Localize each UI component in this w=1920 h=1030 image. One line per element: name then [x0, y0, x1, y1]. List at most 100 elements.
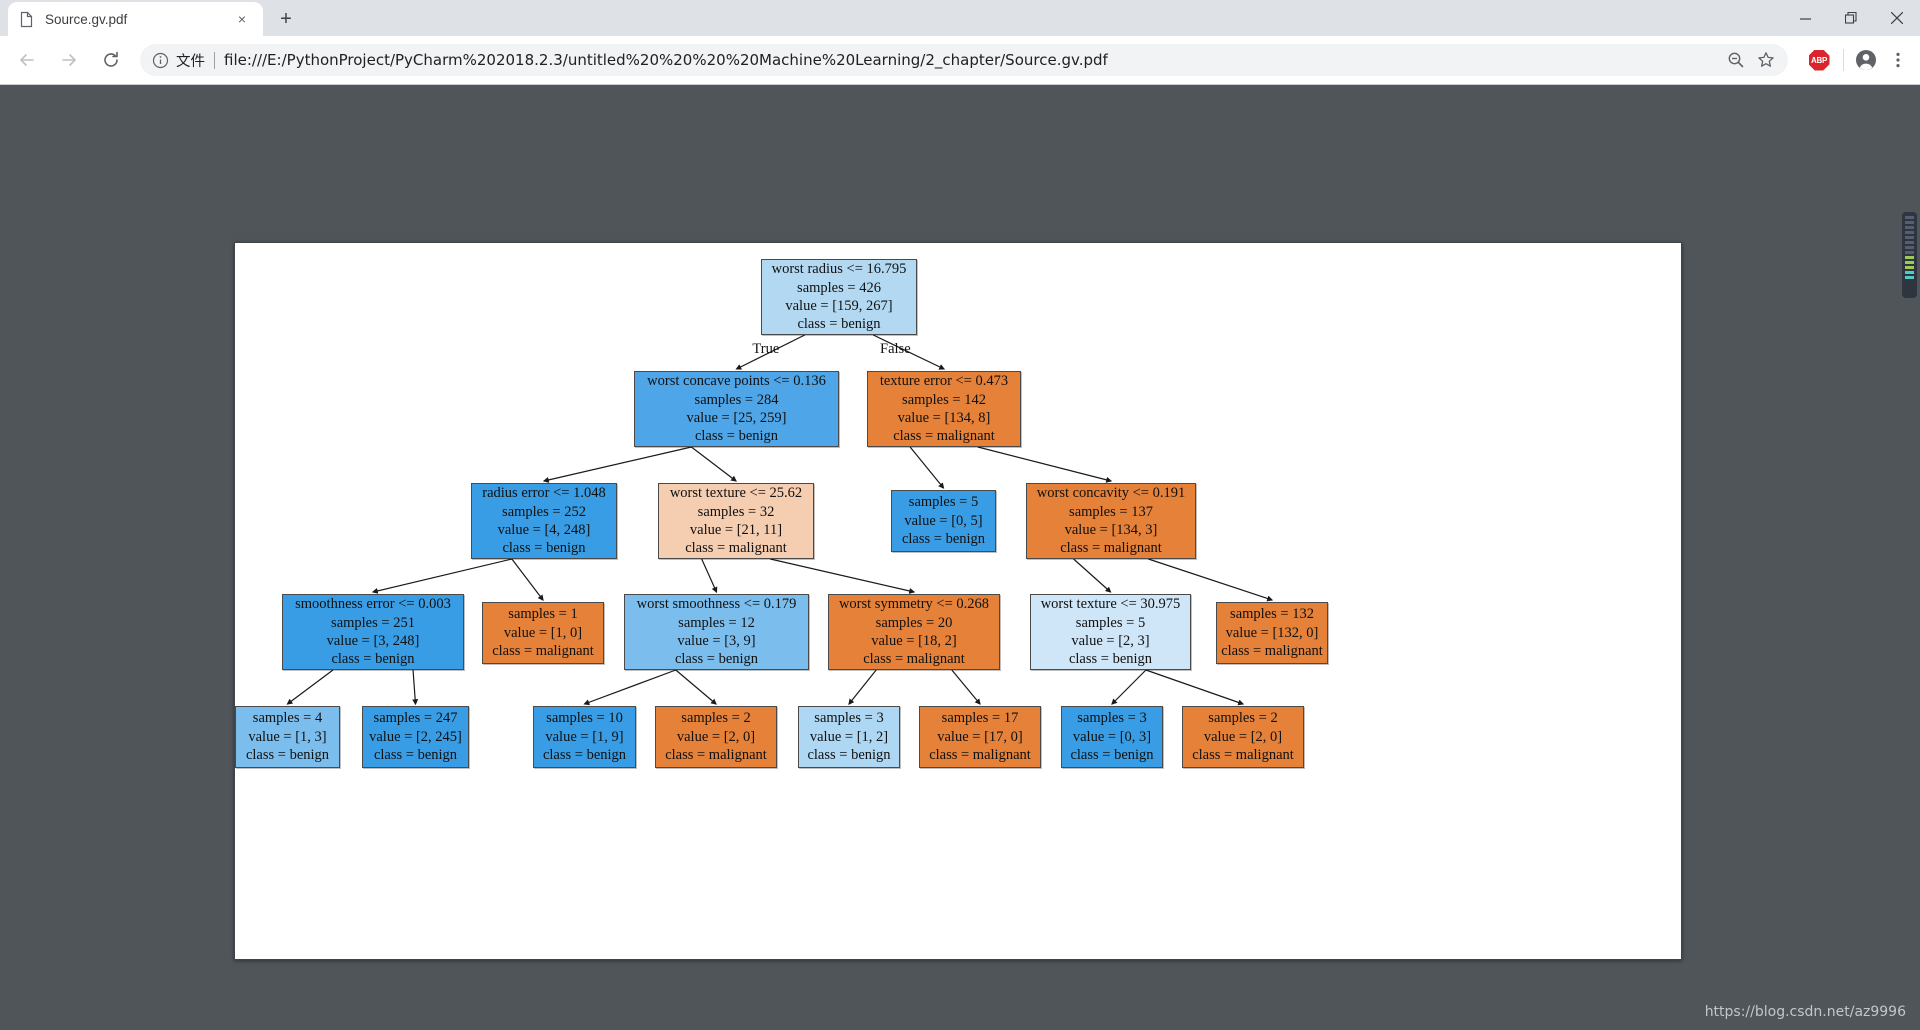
- minimap-tick: [1905, 216, 1914, 219]
- tab-title: Source.gv.pdf: [45, 11, 128, 27]
- tree-node: worst texture <= 30.975 samples = 5 value …: [1030, 594, 1191, 670]
- tree-node-line: samples = 5: [908, 494, 979, 511]
- minimap-tick: [1905, 231, 1914, 234]
- minimap-tick: [1905, 221, 1914, 224]
- browser-tab[interactable]: Source.gv.pdf ×: [8, 2, 263, 36]
- tree-node-line: class = malignant: [893, 428, 995, 445]
- tree-node: texture error <= 0.473 samples = 142 value…: [867, 371, 1021, 447]
- adblock-plus-icon[interactable]: ABP: [1806, 47, 1832, 73]
- tree-node-line: class = benign: [245, 747, 330, 764]
- tree-edge: [951, 669, 981, 705]
- tree-edge: [583, 669, 677, 706]
- tree-node: samples = 3 value = [1, 2] class = benign: [798, 706, 900, 768]
- tree-edge: [909, 446, 945, 489]
- minimap-tick: [1905, 246, 1914, 249]
- tree-node-line: class = malignant: [1221, 643, 1323, 660]
- minimap-tick: [1905, 256, 1914, 259]
- forward-button[interactable]: [52, 43, 86, 77]
- tree-edge: [511, 558, 544, 601]
- bookmark-star-icon[interactable]: [1752, 46, 1780, 74]
- tree-node-line: samples = 3: [814, 710, 884, 727]
- tree-node-line: samples = 20: [875, 614, 953, 631]
- tree-node: samples = 247 value = [2, 245] class = ben…: [362, 706, 469, 768]
- tree-node-line: samples = 2: [1208, 710, 1278, 727]
- tree-node-line: samples = 426: [797, 279, 881, 296]
- tree-node: smoothness error <= 0.003 samples = 251 va…: [282, 594, 464, 670]
- minimap-tick: [1905, 241, 1914, 244]
- three-dot-menu-icon[interactable]: [1882, 44, 1914, 76]
- tree-node-line: class = benign: [373, 747, 458, 764]
- tree-edge: [1073, 558, 1112, 593]
- tree-node-line: samples = 247: [373, 710, 458, 727]
- minimap-tick: [1905, 226, 1914, 229]
- account-icon[interactable]: [1850, 44, 1882, 76]
- tree-node-line: class = malignant: [1060, 540, 1162, 557]
- tree-node-line: class = malignant: [1192, 747, 1294, 764]
- tree-node-line: worst concavity <= 0.191: [1036, 485, 1186, 502]
- tree-node: samples = 2 value = [2, 0] class = maligna…: [655, 706, 777, 768]
- tree-node-line: texture error <= 0.473: [879, 373, 1009, 390]
- minimap-tick: [1905, 276, 1914, 279]
- tree-node-line: smoothness error <= 0.003: [295, 596, 451, 613]
- tree-node-line: samples = 1: [508, 606, 578, 623]
- tab-strip: Source.gv.pdf × +: [0, 0, 1920, 36]
- tree-node-line: samples = 132: [1230, 606, 1314, 623]
- tree-node-line: value = [1, 3]: [248, 728, 327, 745]
- tree-node: samples = 1 value = [1, 0] class = maligna…: [482, 602, 604, 664]
- tree-node-line: worst texture <= 25.62: [669, 485, 803, 502]
- tree-node-line: class = malignant: [685, 540, 787, 557]
- zoom-out-icon[interactable]: [1722, 46, 1750, 74]
- tree-node-line: samples = 2: [681, 710, 751, 727]
- minimap-tick: [1905, 271, 1914, 274]
- page-info-icon[interactable]: [152, 52, 169, 69]
- tree-node-line: samples = 5: [1075, 614, 1146, 631]
- tree-edge: [848, 669, 877, 705]
- address-bar[interactable]: 文件 file:///E:/PythonProject/PyCharm%2020…: [140, 44, 1788, 76]
- tree-node-line: worst concave points <= 0.136: [647, 373, 826, 390]
- tree-node-line: value = [2, 0]: [676, 728, 756, 745]
- tree-node-line: value = [159, 267]: [785, 298, 893, 314]
- tree-edge: [701, 558, 718, 594]
- security-label: 文件: [176, 53, 205, 70]
- tree-node-line: value = [134, 3]: [1064, 522, 1158, 538]
- tree-edge: [1145, 669, 1245, 706]
- document-scroll-minimap[interactable]: [1902, 212, 1917, 298]
- window-controls: [1782, 0, 1920, 36]
- minimize-window-button[interactable]: [1782, 0, 1828, 36]
- tree-node-line: samples = 32: [697, 503, 775, 520]
- tree-node: worst smoothness <= 0.179 samples = 12 val…: [624, 594, 809, 670]
- tree-node-line: samples = 252: [502, 503, 586, 520]
- tree-node-line: value = [1, 9]: [545, 728, 624, 745]
- tree-node: samples = 10 value = [1, 9] class = benign: [533, 706, 636, 768]
- tree-node-line: class = benign: [331, 651, 415, 668]
- close-tab-icon[interactable]: ×: [231, 8, 253, 30]
- tree-node: samples = 2 value = [2, 0] class = maligna…: [1182, 706, 1304, 768]
- url-text: file:///E:/PythonProject/PyCharm%202018.…: [224, 51, 1108, 69]
- tree-node: samples = 4 value = [1, 3] class = benign: [235, 706, 340, 768]
- tree-edge-label: True: [752, 341, 780, 357]
- new-tab-button[interactable]: +: [272, 5, 300, 33]
- minimap-tick: [1905, 261, 1914, 264]
- tree-node-line: value = [3, 9]: [677, 633, 756, 649]
- tree-node-line: value = [17, 0]: [937, 728, 1023, 745]
- tree-edge: [542, 446, 692, 483]
- tree-node-line: samples = 4: [252, 710, 323, 727]
- tree-node-line: class = benign: [674, 651, 759, 668]
- tree-node-line: class = benign: [1070, 747, 1154, 764]
- tree-node-line: worst radius <= 16.795: [771, 261, 907, 278]
- pdf-viewer: worst radius <= 16.795 samples = 426 value…: [0, 85, 1920, 1030]
- reload-button[interactable]: [94, 43, 128, 77]
- tree-node: worst concavity <= 0.191 samples = 137 val…: [1026, 483, 1196, 559]
- tree-edge: [1111, 669, 1147, 705]
- tree-node-line: value = [18, 2]: [871, 633, 957, 649]
- tree-node-line: class = malignant: [929, 747, 1031, 764]
- tree-edge: [691, 446, 737, 482]
- tree-node-line: value = [25, 259]: [686, 410, 787, 426]
- tree-node-line: value = [2, 3]: [1071, 633, 1150, 649]
- close-window-button[interactable]: [1874, 0, 1920, 36]
- tree-node-line: worst texture <= 30.975: [1040, 596, 1181, 613]
- back-button[interactable]: [10, 43, 44, 77]
- restore-window-button[interactable]: [1828, 0, 1874, 36]
- tree-edge: [286, 669, 334, 705]
- tree-node: worst symmetry <= 0.268 samples = 20 value…: [828, 594, 1000, 670]
